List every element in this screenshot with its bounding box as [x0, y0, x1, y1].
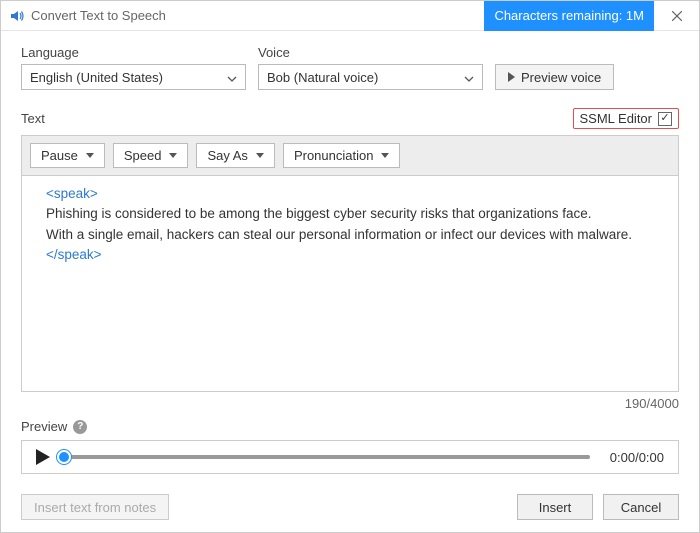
app-icon — [9, 8, 25, 24]
preview-voice-button[interactable]: Preview voice — [495, 64, 614, 90]
ssml-editor-label: SSML Editor — [580, 111, 653, 126]
pause-dropdown[interactable]: Pause — [30, 143, 105, 168]
voice-label: Voice — [258, 45, 483, 60]
preview-label: Preview — [21, 419, 67, 434]
ssml-text-editor[interactable]: <speak> Phishing is considered to be amo… — [21, 175, 679, 392]
help-icon[interactable]: ? — [73, 420, 87, 434]
caret-down-icon — [381, 153, 389, 158]
time-display: 0:00/0:00 — [604, 450, 664, 465]
say-as-dropdown[interactable]: Say As — [196, 143, 274, 168]
seek-slider[interactable] — [64, 455, 590, 459]
dialog-body: Language English (United States) Voice B… — [1, 31, 699, 532]
ssml-editor-toggle[interactable]: SSML Editor ✓ — [573, 108, 680, 129]
slider-thumb[interactable] — [57, 450, 71, 464]
play-button[interactable] — [36, 449, 50, 465]
titlebar: Convert Text to Speech Characters remain… — [1, 1, 699, 31]
preview-voice-label: Preview voice — [521, 70, 601, 85]
chars-remaining-badge: Characters remaining: 1M — [484, 1, 654, 31]
close-button[interactable] — [654, 1, 699, 31]
editor-line: With a single email, hackers can steal o… — [46, 225, 654, 245]
insert-from-notes-button: Insert text from notes — [21, 494, 169, 520]
chevron-down-icon — [227, 70, 237, 85]
voice-select[interactable]: Bob (Natural voice) — [258, 64, 483, 90]
ssml-open-tag: <speak> — [46, 184, 654, 204]
checkbox-checked-icon: ✓ — [658, 112, 672, 126]
voice-value: Bob (Natural voice) — [267, 70, 378, 85]
tts-dialog: Convert Text to Speech Characters remain… — [0, 0, 700, 533]
language-select[interactable]: English (United States) — [21, 64, 246, 90]
close-icon — [672, 11, 682, 21]
window-title: Convert Text to Speech — [31, 8, 166, 23]
cancel-button[interactable]: Cancel — [603, 494, 679, 520]
ssml-close-tag: </speak> — [46, 245, 654, 265]
editor-line: Phishing is considered to be among the b… — [46, 204, 654, 224]
language-label: Language — [21, 45, 246, 60]
caret-down-icon — [256, 153, 264, 158]
language-value: English (United States) — [30, 70, 163, 85]
speed-dropdown[interactable]: Speed — [113, 143, 189, 168]
char-counter: 190/4000 — [21, 396, 679, 411]
text-label: Text — [21, 111, 45, 126]
audio-player: 0:00/0:00 — [21, 440, 679, 474]
chevron-down-icon — [464, 70, 474, 85]
ssml-toolbar: Pause Speed Say As Pronunciation — [21, 135, 679, 175]
pronunciation-dropdown[interactable]: Pronunciation — [283, 143, 401, 168]
caret-down-icon — [169, 153, 177, 158]
caret-down-icon — [86, 153, 94, 158]
play-icon — [508, 72, 515, 82]
insert-button[interactable]: Insert — [517, 494, 593, 520]
